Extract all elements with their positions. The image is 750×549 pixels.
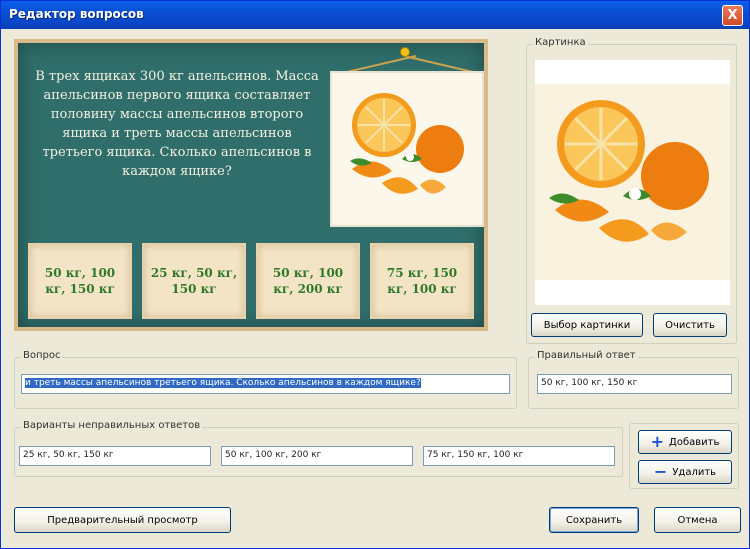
- question-label: Вопрос: [21, 350, 63, 361]
- correct-answer-groupbox: Правильный ответ 50 кг, 100 кг, 150 кг: [528, 350, 739, 409]
- wrong-answer-input-3[interactable]: 75 кг, 150 кг, 100 кг: [423, 446, 615, 466]
- oranges-image: [549, 100, 709, 242]
- image-preview: [535, 60, 730, 305]
- question-input[interactable]: и треть массы апельсинов третьего ящика.…: [21, 374, 510, 394]
- correct-answer-label: Правильный ответ: [535, 350, 638, 361]
- preview-picture: [330, 71, 484, 227]
- preview-answer-4: 75 кг, 150 кг, 100 кг: [370, 243, 474, 319]
- preview-answer-2: 25 кг, 50 кг, 150 кг: [142, 243, 246, 319]
- remove-answer-button[interactable]: − Удалить: [638, 460, 732, 484]
- image-inner: [535, 84, 730, 280]
- save-button[interactable]: Сохранить: [549, 507, 639, 533]
- close-icon[interactable]: X: [722, 5, 743, 26]
- preview-answer-1: 50 кг, 100 кг, 150 кг: [28, 243, 132, 319]
- remove-answer-label: Удалить: [672, 466, 717, 478]
- answer-actions-group: + Добавить − Удалить: [629, 423, 739, 489]
- correct-answer-input[interactable]: 50 кг, 100 кг, 150 кг: [537, 374, 732, 394]
- image-label: Картинка: [533, 37, 588, 48]
- wrong-answer-input-1[interactable]: 25 кг, 50 кг, 150 кг: [19, 446, 211, 466]
- question-groupbox: Вопрос и треть массы апельсинов третьего…: [14, 350, 517, 409]
- add-answer-label: Добавить: [669, 436, 720, 448]
- title-bar[interactable]: Редактор вопросов X: [1, 1, 749, 29]
- cancel-label: Отмена: [677, 514, 718, 526]
- editor-window: Редактор вопросов X В трех ящиках 300 кг…: [0, 0, 750, 549]
- cancel-button[interactable]: Отмена: [654, 507, 741, 533]
- preview-answer-3: 50 кг, 100 кг, 200 кг: [256, 243, 360, 319]
- wrong-answers-label: Варианты неправильных ответов: [21, 420, 203, 431]
- choose-image-button[interactable]: Выбор картинки: [531, 313, 643, 337]
- oranges-image: [350, 93, 464, 194]
- pin-icon: [400, 47, 410, 57]
- preview-button[interactable]: Предварительный просмотр: [14, 507, 231, 533]
- minus-icon: −: [653, 462, 668, 481]
- clear-image-button[interactable]: Очистить: [653, 313, 727, 337]
- add-answer-button[interactable]: + Добавить: [638, 430, 732, 454]
- preview-question-text: В трех ящиках 300 кг апельсинов. Масса а…: [35, 69, 319, 179]
- save-label: Сохранить: [565, 514, 623, 526]
- plus-icon: +: [650, 432, 665, 451]
- wrong-answers-groupbox: Варианты неправильных ответов 25 кг, 50 …: [14, 420, 623, 477]
- preview-label: Предварительный просмотр: [47, 514, 198, 526]
- question-preview: В трех ящиках 300 кг апельсинов. Масса а…: [14, 39, 488, 331]
- chalkboard: В трех ящиках 300 кг апельсинов. Масса а…: [18, 43, 484, 327]
- question-value: и треть массы апельсинов третьего ящика.…: [25, 378, 421, 388]
- wrong-answer-input-2[interactable]: 50 кг, 100 кг, 200 кг: [221, 446, 413, 466]
- image-groupbox: Картинка Выбор картинки Очистить: [526, 37, 737, 344]
- clear-image-label: Очистить: [665, 319, 715, 331]
- choose-image-label: Выбор картинки: [543, 319, 631, 331]
- window-title: Редактор вопросов: [9, 7, 144, 21]
